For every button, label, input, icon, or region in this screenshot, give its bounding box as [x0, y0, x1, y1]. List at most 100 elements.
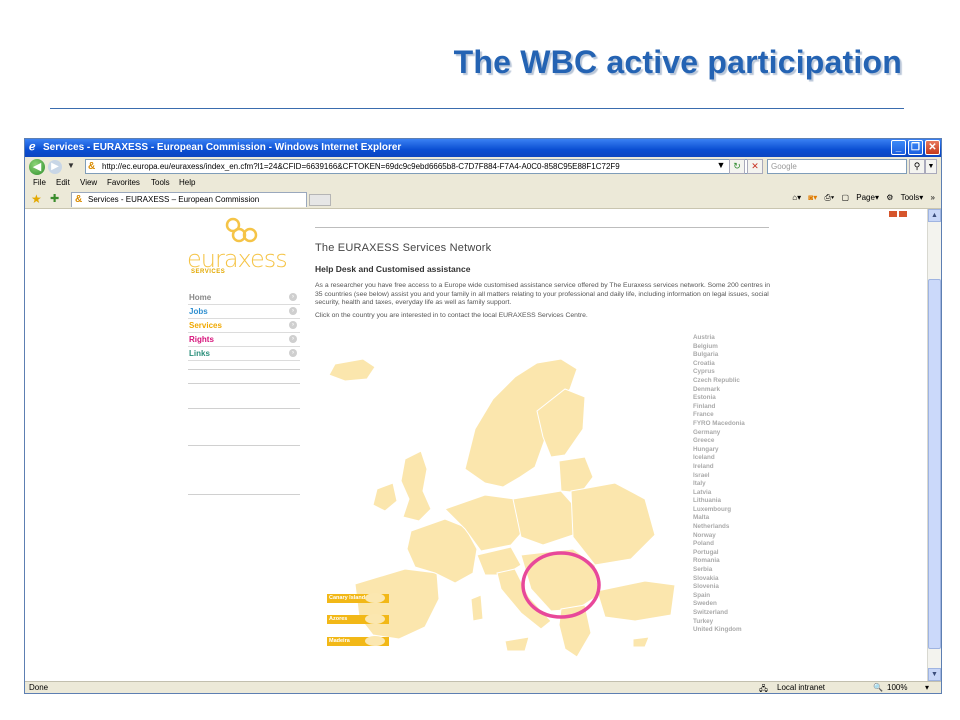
internet-explorer-icon: ℯ — [29, 141, 36, 153]
intro-paragraph: As a researcher you have free access to … — [315, 282, 770, 306]
country-link[interactable]: France — [693, 411, 745, 420]
country-link[interactable]: Greece — [693, 437, 745, 446]
print-icon[interactable]: ⎙▾ — [824, 193, 834, 202]
country-link[interactable]: Malta — [693, 514, 745, 523]
browser-window: ℯ Services - EURAXESS - European Commiss… — [24, 138, 942, 694]
favorites-star-icon[interactable]: ★ — [31, 192, 42, 206]
nav-divider — [188, 408, 300, 409]
logo-subtitle: SERVICES — [191, 269, 226, 275]
country-link[interactable]: Bulgaria — [693, 351, 745, 360]
status-text: Done — [29, 683, 49, 692]
country-link[interactable]: Norway — [693, 532, 745, 541]
address-dropdown-icon[interactable]: ▼ — [713, 159, 729, 174]
menu-tools[interactable]: Tools — [151, 178, 170, 187]
country-link[interactable]: Czech Republic — [693, 377, 745, 386]
country-link[interactable]: Belgium — [693, 343, 745, 352]
zoom-level[interactable]: 100% — [887, 683, 907, 692]
country-link[interactable]: Slovenia — [693, 583, 745, 592]
menu-view[interactable]: View — [80, 178, 97, 187]
search-input[interactable]: Google — [767, 159, 907, 174]
country-link[interactable]: Serbia — [693, 566, 745, 575]
country-link[interactable]: Cyprus — [693, 368, 745, 377]
vertical-scrollbar[interactable]: ▲ ▼ — [927, 209, 941, 681]
page-subheading: Help Desk and Customised assistance — [315, 264, 471, 274]
country-link[interactable]: Ireland — [693, 463, 745, 472]
country-link[interactable]: Latvia — [693, 489, 745, 498]
refresh-button[interactable]: ↻ — [729, 159, 745, 174]
address-input[interactable]: & http://ec.europa.eu/euraxess/index_en.… — [85, 159, 753, 174]
menu-edit[interactable]: Edit — [56, 178, 70, 187]
country-link[interactable]: Finland — [693, 403, 745, 412]
add-favorite-icon[interactable]: ✚ — [50, 192, 59, 205]
country-link[interactable]: Poland — [693, 540, 745, 549]
country-link[interactable]: Lithuania — [693, 497, 745, 506]
country-link[interactable]: Denmark — [693, 386, 745, 395]
home-icon[interactable]: ⌂▾ — [792, 193, 801, 202]
new-tab-button[interactable] — [309, 194, 331, 206]
country-link[interactable]: Israel — [693, 472, 745, 481]
country-link[interactable]: Romania — [693, 557, 745, 566]
scroll-down-button[interactable]: ▼ — [928, 668, 941, 681]
stop-button[interactable]: ✕ — [747, 159, 763, 174]
inset-label: Madeira — [329, 638, 350, 644]
country-link[interactable]: Spain — [693, 592, 745, 601]
tools-menu[interactable]: ⚙ Tools▾ — [886, 193, 923, 202]
country-link[interactable]: Croatia — [693, 360, 745, 369]
country-link[interactable]: FYRO Macedonia — [693, 420, 745, 429]
inset-label: Azores — [329, 616, 348, 622]
tab-label: Services - EURAXESS – European Commissio… — [88, 195, 260, 204]
nav-label: Services — [189, 321, 222, 330]
close-button[interactable]: ✕ — [925, 140, 940, 155]
page-content: euraxess SERVICES Home › Jobs › Services… — [25, 209, 927, 681]
nav-item-services[interactable]: Services › — [188, 319, 300, 333]
feeds-icon[interactable]: ◙▾ — [808, 193, 817, 202]
country-link[interactable]: Hungary — [693, 446, 745, 455]
page-menu[interactable]: ▢ Page▾ — [841, 193, 878, 202]
toolbar-overflow-icon[interactable]: » — [931, 193, 935, 202]
country-link[interactable]: Luxembourg — [693, 506, 745, 515]
nav-divider — [188, 445, 300, 446]
country-link[interactable]: Portugal — [693, 549, 745, 558]
scroll-thumb[interactable] — [928, 279, 941, 649]
country-link[interactable]: Germany — [693, 429, 745, 438]
browser-tab[interactable]: & Services - EURAXESS – European Commiss… — [71, 192, 307, 207]
country-link[interactable]: Turkey — [693, 618, 745, 627]
maximize-button[interactable]: ❐ — [908, 140, 923, 155]
country-link[interactable]: Slovakia — [693, 575, 745, 584]
menu-help[interactable]: Help — [179, 178, 195, 187]
scroll-up-button[interactable]: ▲ — [928, 209, 941, 222]
arrow-icon: › — [289, 307, 297, 315]
search-icon[interactable]: ⚲ — [909, 159, 925, 174]
minimize-button[interactable]: _ — [891, 140, 906, 155]
window-titlebar: ℯ Services - EURAXESS - European Commiss… — [25, 139, 941, 157]
country-link[interactable]: Switzerland — [693, 609, 745, 618]
search-options-icon[interactable]: ▼ — [925, 159, 937, 174]
nav-item-jobs[interactable]: Jobs › — [188, 305, 300, 319]
nav-item-rights[interactable]: Rights › — [188, 333, 300, 347]
history-dropdown-icon[interactable]: ▼ — [67, 161, 75, 170]
country-link[interactable]: United Kingdom — [693, 626, 745, 635]
country-link[interactable]: Estonia — [693, 394, 745, 403]
menu-file[interactable]: File — [33, 178, 46, 187]
country-link[interactable]: Sweden — [693, 600, 745, 609]
arrow-icon: › — [289, 293, 297, 301]
flag-icon[interactable] — [889, 211, 897, 217]
zoom-dropdown-icon[interactable]: ▾ — [925, 683, 929, 692]
menu-favorites[interactable]: Favorites — [107, 178, 140, 187]
country-link[interactable]: Italy — [693, 480, 745, 489]
page-menu-label: Page — [856, 193, 875, 202]
country-link[interactable]: Iceland — [693, 454, 745, 463]
forward-button[interactable]: ▶ — [48, 160, 62, 174]
country-link[interactable]: Austria — [693, 334, 745, 343]
nav-item-links[interactable]: Links › — [188, 347, 300, 361]
inset-map-blob — [365, 636, 385, 646]
inset-map-blob — [365, 593, 385, 603]
flag-icon[interactable] — [899, 211, 907, 217]
europe-map[interactable] — [315, 359, 675, 679]
inset-label: Canary Island — [329, 595, 366, 601]
back-button[interactable]: ◀ — [29, 159, 45, 175]
status-bar: Done 🖧 Local intranet 🔍 100% ▾ — [25, 681, 941, 693]
side-navigation: Home › Jobs › Services › Rights › Links … — [188, 291, 300, 361]
country-link[interactable]: Netherlands — [693, 523, 745, 532]
nav-item-home[interactable]: Home › — [188, 291, 300, 305]
